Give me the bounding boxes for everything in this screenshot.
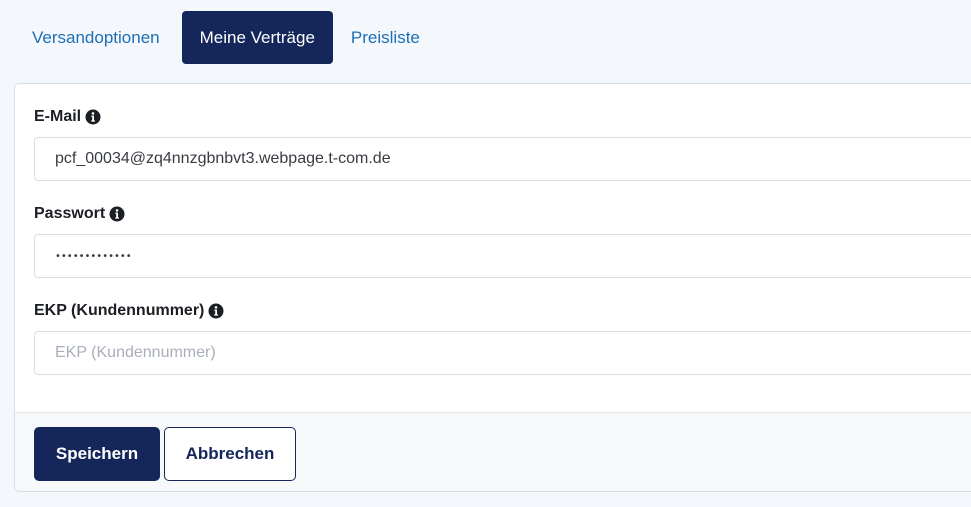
ekp-field[interactable] [34, 331, 971, 375]
save-button[interactable]: Speichern [34, 427, 160, 481]
info-icon[interactable] [85, 109, 101, 125]
password-label: Passwort [34, 203, 125, 225]
tab-bar: Versandoptionen Meine Verträge Preislist… [14, 11, 438, 64]
form-footer: Speichern Abbrechen [15, 412, 971, 491]
password-field[interactable] [34, 234, 971, 278]
tab-meine-vertraege[interactable]: Meine Verträge [181, 11, 333, 64]
tab-versandoptionen[interactable]: Versandoptionen [14, 11, 178, 64]
ekp-label-text: EKP (Kundennummer) [34, 302, 205, 319]
form-body: E-Mail Passwort EKP (Kunde [15, 84, 971, 412]
email-label: E-Mail [34, 106, 101, 128]
ekp-label: EKP (Kundennummer) [34, 300, 224, 322]
cancel-button[interactable]: Abbrechen [164, 427, 296, 481]
info-icon[interactable] [208, 303, 224, 319]
email-field[interactable] [34, 137, 971, 181]
info-icon[interactable] [109, 206, 125, 222]
contract-settings-card: E-Mail Passwort EKP (Kunde [14, 83, 971, 492]
tab-preisliste[interactable]: Preisliste [333, 11, 438, 64]
email-label-text: E-Mail [34, 108, 82, 125]
password-label-text: Passwort [34, 205, 106, 222]
